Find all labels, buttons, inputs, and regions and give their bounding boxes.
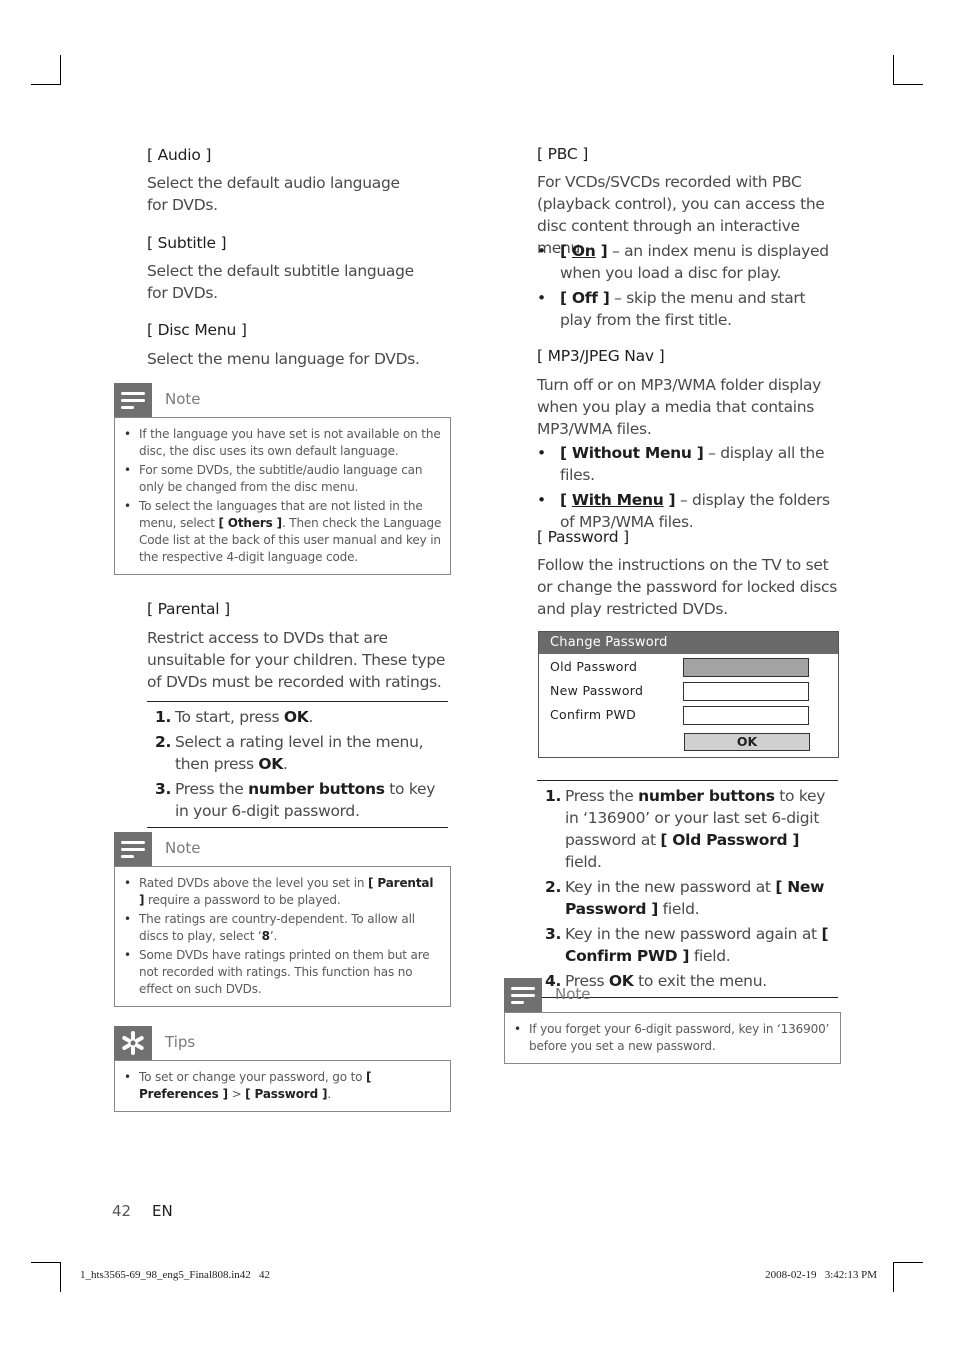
note-item: For some DVDs, the subtitle/audio langua… xyxy=(123,462,442,496)
note-item: If you forget your 6-digit password, key… xyxy=(513,1021,832,1055)
parental-heading: [ Parental ] xyxy=(147,600,230,618)
old-password-field[interactable] xyxy=(683,658,809,677)
old-password-label: Old Password xyxy=(550,659,638,674)
note-icon xyxy=(504,978,542,1012)
new-password-field[interactable] xyxy=(683,682,809,701)
step-item: 1. To start, press OK. xyxy=(155,708,314,726)
tips-box: Tips To set or change your password, go … xyxy=(114,1026,451,1112)
crop-mark xyxy=(60,55,61,85)
tips-title: Tips xyxy=(165,1033,196,1051)
pbc-option-on: [ On ] – an index menu is displayed when… xyxy=(537,240,837,284)
note-item: Some DVDs have ratings printed on them b… xyxy=(123,947,442,998)
crop-mark xyxy=(893,1262,923,1263)
dialog-title: Change Password xyxy=(539,632,838,654)
ok-button[interactable]: OK xyxy=(684,733,810,751)
step-item: 2. Key in the new password at [ New Passw… xyxy=(545,878,825,918)
new-password-label: New Password xyxy=(550,683,644,698)
password-steps: 1. Press the number buttons to key in ‘13… xyxy=(537,780,838,998)
step-item: 3. Key in the new password again at [ Con… xyxy=(545,925,829,965)
disc-menu-heading: [ Disc Menu ] xyxy=(147,321,247,339)
note-icon xyxy=(114,383,152,417)
asterisk-icon xyxy=(114,1026,152,1060)
pbc-heading: [ PBC ] xyxy=(537,145,589,163)
tip-item: To set or change your password, go to [ … xyxy=(123,1069,442,1103)
change-password-dialog: Change Password Old Password New Passwor… xyxy=(538,631,839,758)
audio-heading: [ Audio ] xyxy=(147,146,212,164)
note-item: Rated DVDs above the level you set in [ … xyxy=(123,875,442,909)
password-description: Follow the instructions on the TV to set… xyxy=(537,556,838,618)
parental-steps: 1. To start, press OK. 2. Select a rating … xyxy=(147,701,448,828)
confirm-pwd-label: Confirm PWD xyxy=(550,707,637,722)
crop-mark xyxy=(31,84,61,85)
mp3-nav-options: [ Without Menu ] – display all the files… xyxy=(537,442,842,536)
mp3-nav-description: Turn off or on MP3/WMA folder display wh… xyxy=(537,376,822,438)
mp3-option-with-menu: [ With Menu ] – display the folders of M… xyxy=(537,489,842,533)
note-box: Note If the language you have set is not… xyxy=(114,383,451,575)
pbc-options: [ On ] – an index menu is displayed when… xyxy=(537,240,837,334)
step-item: 1. Press the number buttons to key in ‘13… xyxy=(545,787,826,871)
subtitle-heading: [ Subtitle ] xyxy=(147,234,227,252)
crop-mark xyxy=(893,1262,894,1292)
confirm-pwd-field[interactable] xyxy=(683,706,809,725)
crop-mark xyxy=(60,1262,61,1292)
note-item: If the language you have set is not avai… xyxy=(123,426,442,460)
page-number: 42 xyxy=(112,1202,132,1220)
crop-mark xyxy=(31,1262,61,1263)
note-box: Note If you forget your 6-digit password… xyxy=(504,978,841,1064)
note-icon xyxy=(114,832,152,866)
note-item: The ratings are country-dependent. To al… xyxy=(123,911,442,945)
pbc-option-off: [ Off ] – skip the menu and start play f… xyxy=(537,287,837,331)
subtitle-description: Select the default subtitle language for… xyxy=(147,262,414,302)
note-title: Note xyxy=(555,985,591,1003)
print-slug-timestamp: 2008-02-19 3:42:13 PM xyxy=(765,1269,877,1281)
mp3-option-without-menu: [ Without Menu ] – display all the files… xyxy=(537,442,842,486)
crop-mark xyxy=(893,84,923,85)
password-heading: [ Password ] xyxy=(537,528,629,546)
note-title: Note xyxy=(165,390,201,408)
note-box: Note Rated DVDs above the level you set … xyxy=(114,832,451,1007)
crop-mark xyxy=(893,55,894,85)
mp3-nav-heading: [ MP3/JPEG Nav ] xyxy=(537,347,665,365)
step-item: 3. Press the number buttons to key in you… xyxy=(155,780,436,820)
note-title: Note xyxy=(165,839,201,857)
audio-description: Select the default audio language for DV… xyxy=(147,174,400,214)
print-slug-file: 1_hts3565-69_98_eng5_Final808.in42 42 xyxy=(80,1269,271,1281)
note-item: To select the languages that are not lis… xyxy=(123,498,442,566)
disc-menu-description: Select the menu language for DVDs. xyxy=(147,350,420,368)
parental-description: Restrict access to DVDs that are unsuita… xyxy=(147,629,446,691)
step-item: 2. Select a rating level in the menu, the… xyxy=(155,733,424,773)
language-code: EN xyxy=(152,1202,173,1220)
